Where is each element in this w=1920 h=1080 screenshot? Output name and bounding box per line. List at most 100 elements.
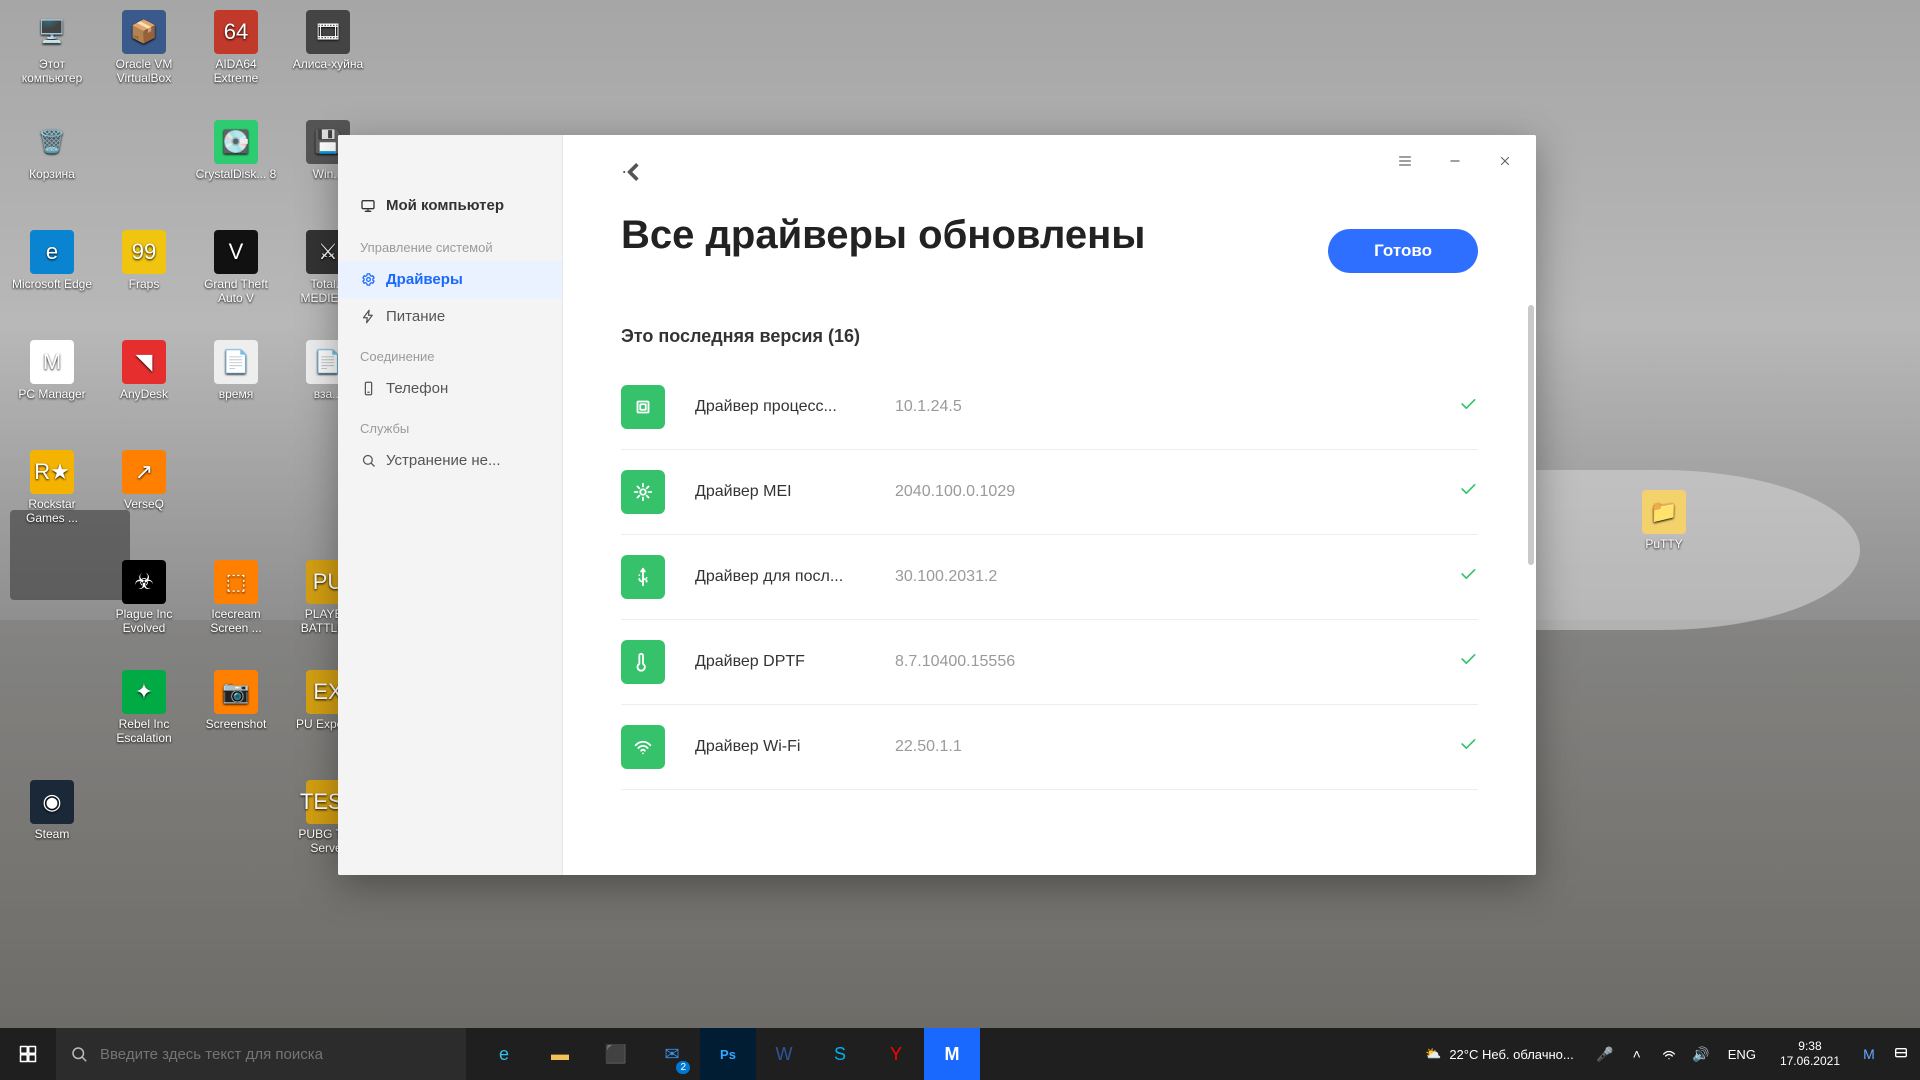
check-icon — [1458, 564, 1478, 590]
desktop-icon-label: AnyDesk — [100, 387, 188, 401]
desktop-icon[interactable]: 📁PuTTY — [1620, 490, 1708, 551]
mail-badge: 2 — [676, 1061, 690, 1074]
back-button[interactable] — [621, 159, 649, 187]
wifi-icon — [621, 725, 665, 769]
desktop-icon[interactable]: 💽CrystalDisk... 8 — [192, 120, 280, 181]
desktop-icon-label: VerseQ — [100, 497, 188, 511]
desktop-icon-glyph: M — [30, 340, 74, 384]
sidebar-item[interactable]: Устранение не... — [338, 442, 562, 479]
check-icon — [1458, 394, 1478, 420]
desktop-icon-label: Корзина — [8, 167, 96, 181]
desktop-icon[interactable]: ◥AnyDesk — [100, 340, 188, 401]
desktop-icon[interactable]: ⬚Icecream Screen ... — [192, 560, 280, 635]
menu-button[interactable] — [1382, 145, 1428, 177]
taskbar-app-photoshop[interactable]: Ps — [700, 1028, 756, 1080]
desktop-icon-glyph: 📄 — [214, 340, 258, 384]
tray-volume-icon[interactable]: 🔊 — [1688, 1028, 1714, 1080]
driver-row[interactable]: Драйвер DPTF 8.7.10400.15556 — [621, 620, 1478, 705]
weather-text: 22°C Неб. облачно... — [1449, 1047, 1573, 1062]
search-input[interactable] — [100, 1046, 452, 1063]
desktop-icon-label: PC Manager — [8, 387, 96, 401]
taskbar-app-skype[interactable]: S — [812, 1028, 868, 1080]
driver-row[interactable]: Драйвер Wi-Fi 22.50.1.1 — [621, 705, 1478, 790]
desktop-icon[interactable]: 🖥️Этот компьютер — [8, 10, 96, 85]
desktop-icon[interactable]: 🗑️Корзина — [8, 120, 96, 181]
desktop-icon-glyph: ⬚ — [214, 560, 258, 604]
driver-row[interactable]: Драйвер процесс... 10.1.24.5 — [621, 365, 1478, 450]
driver-row[interactable]: Драйвер MEI 2040.100.0.1029 — [621, 450, 1478, 535]
desktop-icon-label: Microsoft Edge — [8, 277, 96, 291]
driver-version: 22.50.1.1 — [895, 738, 962, 756]
done-button[interactable]: Готово — [1328, 229, 1478, 273]
desktop-icon[interactable]: M PC Manager — [8, 340, 96, 401]
desktop-icon[interactable]: ✦Rebel Inc Escalation — [100, 670, 188, 745]
sidebar-header-label: Мой компьютер — [386, 197, 504, 214]
check-icon — [1458, 734, 1478, 760]
desktop-icon[interactable]: 99Fraps — [100, 230, 188, 291]
start-button[interactable] — [0, 1028, 56, 1080]
tray-chevron-up-icon[interactable]: ˄ — [1624, 1028, 1650, 1080]
desktop-icon-label: время — [192, 387, 280, 401]
taskbar-app-explorer[interactable]: ▬ — [532, 1028, 588, 1080]
taskbar-search[interactable] — [56, 1028, 466, 1080]
taskbar-app-store[interactable]: ⬛ — [588, 1028, 644, 1080]
driver-version: 8.7.10400.15556 — [895, 653, 1015, 671]
desktop-icon-glyph: ↗ — [122, 450, 166, 494]
desktop-icon[interactable]: 🎞Алиса-хуйна — [284, 10, 372, 71]
tray-wifi-icon[interactable] — [1656, 1028, 1682, 1080]
taskbar: e ▬ ⬛ ✉2 Ps W S Y M ⛅ 22°C Неб. облачно.… — [0, 1028, 1920, 1080]
driver-list: Драйвер процесс... 10.1.24.5 Драйвер MEI… — [621, 365, 1478, 790]
taskbar-app-edge[interactable]: e — [476, 1028, 532, 1080]
desktop-icon[interactable]: VGrand Theft Auto V — [192, 230, 280, 305]
usb-icon — [621, 555, 665, 599]
sidebar-item-label: Телефон — [386, 380, 448, 397]
phone-icon — [360, 381, 376, 397]
desktop-icon-label: Oracle VM VirtualBox — [100, 57, 188, 85]
desktop-icon-label: Plague Inc Evolved — [100, 607, 188, 635]
thermo-icon — [621, 640, 665, 684]
driver-name: Драйвер Wi-Fi — [695, 738, 895, 756]
desktop-icon[interactable]: ◉Steam — [8, 780, 96, 841]
taskbar-weather[interactable]: ⛅ 22°C Неб. облачно... — [1413, 1046, 1586, 1062]
desktop-icon-glyph: e — [30, 230, 74, 274]
desktop-icon-glyph: 🖥️ — [30, 10, 74, 54]
taskbar-language[interactable]: ENG — [1720, 1047, 1764, 1062]
tray-mic-icon[interactable]: 🎤 — [1592, 1028, 1618, 1080]
desktop-icon[interactable]: ☣Plague Inc Evolved — [100, 560, 188, 635]
sidebar-item[interactable]: Питание — [338, 298, 562, 335]
sidebar-item[interactable]: Драйверы — [338, 261, 562, 298]
sidebar: Мой компьютер Управление системойДрайвер… — [338, 135, 563, 875]
minimize-button[interactable] — [1432, 145, 1478, 177]
desktop-icon[interactable]: 📄 время — [192, 340, 280, 401]
desktop-icon-label: AIDA64 Extreme — [192, 57, 280, 85]
sidebar-item-label: Питание — [386, 308, 445, 325]
tray-pcmanager-icon[interactable]: M — [1856, 1028, 1882, 1080]
desktop-icon[interactable]: 64AIDA64 Extreme — [192, 10, 280, 85]
gear-icon — [360, 272, 376, 288]
desktop-icon-label: Screenshot — [192, 717, 280, 731]
sidebar-section-title: Управление системой — [338, 226, 562, 261]
desktop-icon[interactable]: e Microsoft Edge — [8, 230, 96, 291]
taskbar-app-word[interactable]: W — [756, 1028, 812, 1080]
desktop-icon[interactable]: 📦Oracle VM VirtualBox — [100, 10, 188, 85]
search-icon — [360, 453, 376, 469]
taskbar-app-mail[interactable]: ✉2 — [644, 1028, 700, 1080]
desktop-icon-glyph: 💽 — [214, 120, 258, 164]
desktop-icon-label: Алиса-хуйна — [284, 57, 372, 71]
close-button[interactable] — [1482, 145, 1528, 177]
desktop-icon[interactable]: R★Rockstar Games ... — [8, 450, 96, 525]
list-subtitle: Это последняя версия (16) — [621, 326, 1478, 347]
desktop-icon-glyph: ✦ — [122, 670, 166, 714]
desktop-icon[interactable]: ↗ VerseQ — [100, 450, 188, 511]
sidebar-header[interactable]: Мой компьютер — [338, 185, 562, 226]
scrollbar[interactable] — [1528, 305, 1534, 805]
sidebar-item[interactable]: Телефон — [338, 370, 562, 407]
bolt-icon — [360, 309, 376, 325]
driver-row[interactable]: Драйвер для посл... 30.100.2031.2 — [621, 535, 1478, 620]
taskbar-app-yandex[interactable]: Y — [868, 1028, 924, 1080]
taskbar-clock[interactable]: 9:38 17.06.2021 — [1770, 1039, 1850, 1069]
taskbar-app-pcmanager[interactable]: M — [924, 1028, 980, 1080]
desktop-icon[interactable]: 📷Screenshot — [192, 670, 280, 731]
clock-date: 17.06.2021 — [1780, 1054, 1840, 1069]
tray-notifications-icon[interactable] — [1888, 1028, 1914, 1080]
